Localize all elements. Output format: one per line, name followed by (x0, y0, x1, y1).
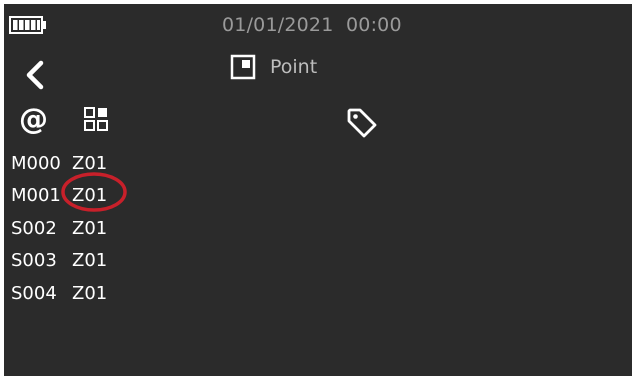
grid-icon (84, 107, 108, 131)
list-item[interactable]: S002 Z01 (11, 212, 112, 245)
point-id: S004 (11, 282, 57, 304)
tag-icon (347, 108, 377, 138)
mode-label: Point (270, 56, 318, 78)
back-button[interactable] (24, 60, 46, 90)
mode-indicator[interactable]: Point (230, 54, 317, 80)
zone-id: Z01 (72, 282, 108, 304)
at-icon: @ (19, 102, 48, 136)
device-screen: 01/01/2021 00:00 Point @ M000 Z01 M001 Z… (4, 4, 632, 376)
point-mode-icon (230, 54, 256, 80)
point-id: S003 (11, 250, 57, 272)
zone-id: Z01 (72, 250, 108, 272)
highlight-circle (61, 172, 127, 212)
list-item[interactable]: S004 Z01 (11, 277, 112, 310)
datetime-display: 01/01/2021 00:00 (222, 14, 402, 36)
point-id: S002 (11, 217, 57, 239)
battery-full-icon (9, 16, 46, 34)
zone-id: Z01 (72, 217, 108, 239)
list-item[interactable]: S003 Z01 (11, 245, 112, 278)
